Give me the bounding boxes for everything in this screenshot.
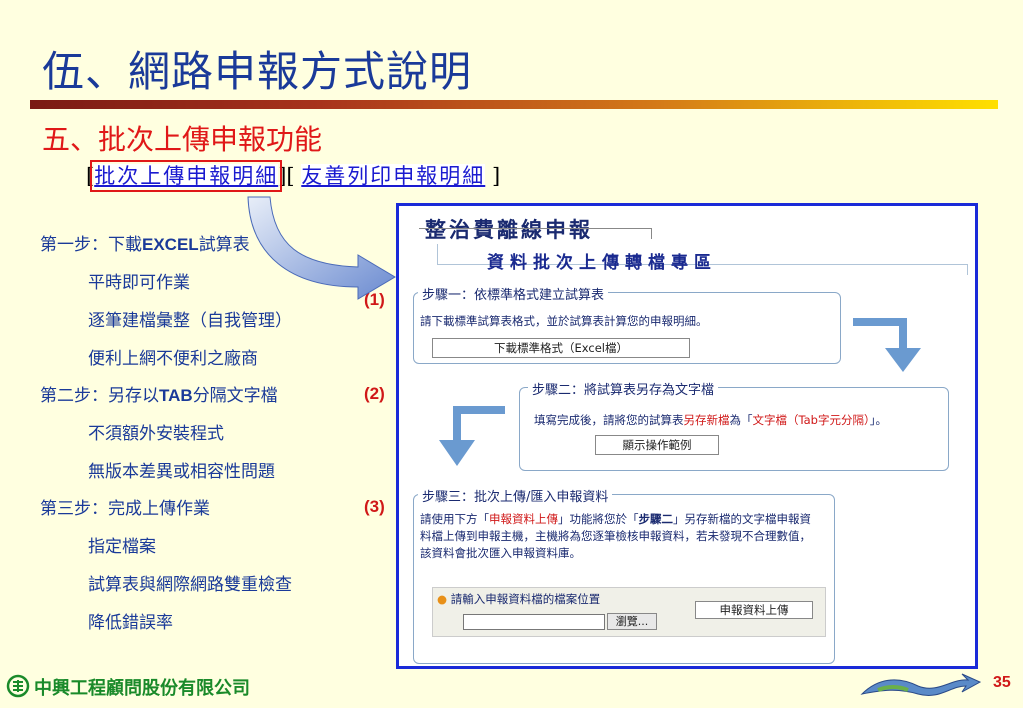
file-label: ● 請輸入申報資料檔的檔案位置 [437,592,601,606]
step-1-item: 逐筆建檔彙整（自我管理） [88,311,292,331]
batch-upload-link[interactable]: 批次上傳申報明細 [90,160,283,192]
step-3-item: 指定檔案 [88,537,156,557]
company-logo-icon [6,674,30,698]
panel-subtitle-hook [437,244,438,264]
file-upload-area: ● 請輸入申報資料檔的檔案位置 瀏覽... 申報資料上傳 [432,587,826,637]
step-2: 第二步：另存以TAB分隔文字檔 [40,386,278,406]
step-one-box: 步驟一：依標準格式建立試算表 請下載標準試算表格式，並於試算表計算您的申報明細。… [413,284,841,364]
download-template-button[interactable]: 下載標準格式（Excel檔） [432,338,690,358]
step-three-text: 請使用下方「申報資料上傳」功能將您於「步驟二」另存新檔的文字檔申報資料檔上傳到申… [420,512,811,560]
title-divider [30,100,998,109]
friendly-print-link[interactable]: 友善列印申報明細 [301,164,486,188]
bracket-close: ] [485,164,501,188]
panel-title-line [419,228,652,239]
upload-button[interactable]: 申報資料上傳 [695,601,813,619]
step-3: 第三步：完成上傳作業 [40,499,210,519]
bracket-open: [ [86,164,95,188]
upload-panel: 整治費離線申報 資料批次上傳轉檔專區 步驟一：依標準格式建立試算表 請下載標準試… [396,203,978,669]
file-path-input[interactable] [463,614,605,630]
arrow-down-left-icon [439,406,505,466]
step-one-title: 步驟一：依標準格式建立試算表 [418,284,609,303]
map-arrow-icon [860,673,982,696]
step-1-item: 平時即可作業 [88,273,190,293]
step-2-item: 不須額外安裝程式 [88,424,224,444]
browse-button[interactable]: 瀏覽... [607,613,657,630]
step-one-text: 請下載標準試算表格式，並於試算表計算您的申報明細。 [420,314,708,328]
show-example-button[interactable]: 顯示操作範例 [595,435,719,455]
bullet-icon: ● [437,592,448,606]
panel-subtitle: 資料批次上傳轉檔專區 [487,253,717,273]
page-title: 伍、網路申報方式說明 [42,47,473,96]
arrow-down-right-icon [853,318,921,372]
step-two-title: 步驟二：將試算表另存為文字檔 [528,379,719,398]
step-number-3: (3) [364,497,385,516]
section-subtitle: 五、批次上傳申報功能 [42,123,323,156]
step-1: 第一步：下載EXCEL試算表 [40,235,250,255]
step-two-text: 填寫完成後，請將您的試算表另存新檔為「文字檔（Tab字元分隔）」。 [534,413,887,427]
step-three-title: 步驟三：批次上傳/匯入申報資料 [418,486,613,505]
bracket-mid: ][ [278,164,302,188]
step-three-box: 步驟三：批次上傳/匯入申報資料 請使用下方「申報資料上傳」功能將您於「步驟二」另… [413,486,835,664]
step-1-item: 便利上網不便利之廠商 [88,349,258,369]
link-bar: [批次上傳申報明細][ 友善列印申報明細 ] [86,160,501,192]
step-number-2: (2) [364,384,385,403]
step-two-box: 步驟二：將試算表另存為文字檔 填寫完成後，請將您的試算表另存新檔為「文字檔（Ta… [519,379,949,471]
company-name: 中興工程顧問股份有限公司 [34,678,250,699]
curved-arrow-icon [247,196,396,300]
step-3-item: 試算表與網際網路雙重檢查 [88,575,292,595]
step-3-item: 降低錯誤率 [88,613,173,633]
step-2-item: 無版本差異或相容性問題 [88,462,275,482]
page-number: 35 [993,674,1011,691]
